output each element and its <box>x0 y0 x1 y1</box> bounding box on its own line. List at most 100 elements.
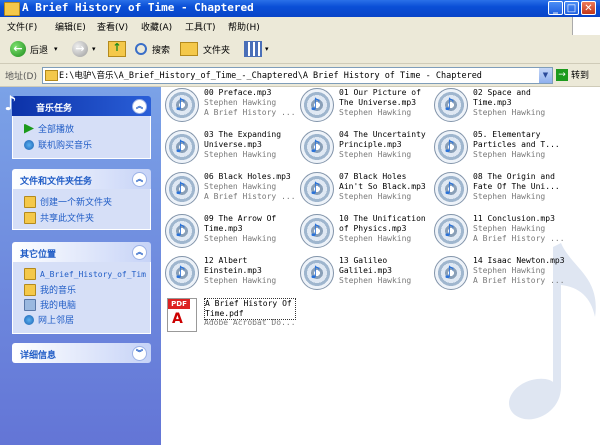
new-folder-icon <box>24 195 36 208</box>
menu-help[interactable]: 帮助(H) <box>228 20 260 33</box>
my-music-icon <box>24 283 36 296</box>
address-label: 地址(D) <box>5 72 37 82</box>
file-name: 04 The Uncertainty Principle.mp3 <box>339 130 426 149</box>
file-name: 11 Conclusion.mp3 <box>473 214 555 223</box>
buy-music-link[interactable]: 联机购买音乐 <box>24 138 92 151</box>
collapse-icon[interactable]: ︽ <box>132 99 147 114</box>
menu-edit[interactable]: 编辑(E) <box>55 20 86 33</box>
file-item[interactable]: ♪ 11 Conclusion.mp3 Stephen Hawking A Brief… <box>434 214 568 252</box>
search-button[interactable]: 搜索 <box>135 39 170 59</box>
music-note-icon: ♪ <box>4 91 17 115</box>
file-name: 14 Isaac Newton.mp3 <box>473 256 565 265</box>
play-all-link[interactable]: 全部播放 <box>24 122 74 135</box>
views-button[interactable]: ▾ <box>244 39 269 59</box>
file-item[interactable]: ♪ 13 Galileo Galilei.mp3 Stephen Hawking <box>300 256 434 294</box>
audio-file-icon: ♪ <box>165 88 199 122</box>
expand-icon[interactable]: ︾ <box>132 346 147 361</box>
go-button[interactable]: → 转到 <box>556 68 589 81</box>
audio-file-icon: ♪ <box>300 172 334 206</box>
audio-file-icon: ♪ <box>434 256 468 290</box>
file-album: A Brief History ... <box>473 276 565 285</box>
address-dropdown-icon[interactable]: ▼ <box>539 68 552 83</box>
parent-folder-link[interactable]: A_Brief_History_of_Tim <box>24 268 146 280</box>
file-item[interactable]: ♪ 06 Black Holes.mp3 Stephen Hawking A Brie… <box>165 172 299 210</box>
file-artist: Stephen Hawking <box>339 276 412 285</box>
share-folder-icon <box>24 211 36 224</box>
other-places-body: A_Brief_History_of_Tim 我的音乐 我的电脑 网上邻居 <box>12 262 151 334</box>
task-pane: ♪ 音乐任务 ︽ 全部播放 联机购买音乐 文件和文件夹任务 ︽ 创建一个新文件夹 <box>0 87 161 445</box>
new-folder-link[interactable]: 创建一个新文件夹 <box>24 195 112 208</box>
file-item[interactable]: ♪ 03 The Expanding Universe.mp3 Stephen Ha… <box>165 130 299 168</box>
file-name: 10 The Unification of Physics.mp3 <box>339 214 426 233</box>
maximize-button[interactable]: □ <box>564 1 579 15</box>
file-name: 07 Black Holes Ain't So Black.mp3 <box>339 172 426 191</box>
music-tasks-panel: ♪ 音乐任务 ︽ 全部播放 联机购买音乐 <box>4 91 151 159</box>
file-item[interactable]: ♪ 10 The Unification of Physics.mp3 Stephe… <box>300 214 434 252</box>
up-button[interactable]: ↑ <box>108 39 126 59</box>
file-item[interactable]: ♪ 00 Preface.mp3 Stephen Hawking A Brief Hi… <box>165 88 299 126</box>
collapse-icon[interactable]: ︽ <box>132 172 147 187</box>
file-name: 00 Preface.mp3 <box>204 88 272 97</box>
menu-tools[interactable]: 工具(T) <box>185 20 216 33</box>
file-item[interactable]: PDF A A Brief History Of Time.pdf Adobe Acr… <box>165 298 299 336</box>
file-artist: Stephen Hawking <box>473 108 546 117</box>
forward-dropdown-icon[interactable]: ▾ <box>92 45 96 53</box>
folder-icon <box>24 268 36 280</box>
my-music-link[interactable]: 我的音乐 <box>24 283 76 296</box>
file-name: 05. Elementary Particles and T... <box>473 130 560 149</box>
audio-file-icon: ♪ <box>165 256 199 290</box>
address-input[interactable]: E:\电驴\音乐\A_Brief_History_of_Time_-_Chapt… <box>42 67 553 84</box>
network-places-link[interactable]: 网上邻居 <box>24 313 74 326</box>
details-header[interactable]: 详细信息 ︾ <box>12 343 151 363</box>
file-item[interactable]: ♪ 02 Space and Time.mp3 Stephen Hawking <box>434 88 568 126</box>
file-item[interactable]: ♪ 07 Black Holes Ain't So Black.mp3 Stephe… <box>300 172 434 210</box>
menu-bar: 文件(F) 编辑(E) 查看(V) 收藏(A) 工具(T) 帮助(H) <box>0 17 600 36</box>
folder-icon <box>45 70 58 81</box>
file-item[interactable]: ♪ 12 Albert Einstein.mp3 Stephen Hawking <box>165 256 299 294</box>
folders-button[interactable]: 文件夹 <box>180 39 230 59</box>
back-label: 后退 <box>30 45 49 56</box>
file-item[interactable]: ♪ 09 The Arrow Of Time.mp3 Stephen Hawking <box>165 214 299 252</box>
share-folder-label: 共享此文件夹 <box>40 214 95 224</box>
file-name: 06 Black Holes.mp3 <box>204 172 291 181</box>
search-icon <box>135 43 147 55</box>
network-places-label: 网上邻居 <box>38 316 75 326</box>
menu-favorites[interactable]: 收藏(A) <box>141 20 172 33</box>
my-computer-link[interactable]: 我的电脑 <box>24 298 76 311</box>
buy-music-label: 联机购买音乐 <box>38 141 93 151</box>
file-item[interactable]: ♪ 08 The Origin and Fate Of The Uni... Ste… <box>434 172 568 210</box>
audio-file-icon: ♪ <box>434 130 468 164</box>
share-folder-link[interactable]: 共享此文件夹 <box>24 211 94 224</box>
file-item[interactable]: ♪ 01 Our Picture of The Universe.mp3 Steph… <box>300 88 434 126</box>
file-artist: Stephen Hawking <box>473 266 546 275</box>
computer-icon <box>24 298 36 311</box>
menu-view[interactable]: 查看(V) <box>97 20 128 33</box>
file-artist: Stephen Hawking <box>473 150 546 159</box>
search-label: 搜索 <box>152 45 171 56</box>
play-all-label: 全部播放 <box>38 125 75 135</box>
details-title: 详细信息 <box>20 351 57 361</box>
file-item[interactable]: ♪ 05. Elementary Particles and T... Stephe… <box>434 130 568 168</box>
music-tasks-header[interactable]: ♪ 音乐任务 ︽ <box>4 91 151 116</box>
file-item[interactable]: ♪ 04 The Uncertainty Principle.mp3 Stephen… <box>300 130 434 168</box>
audio-file-icon: ♪ <box>434 214 468 248</box>
file-tasks-body: 创建一个新文件夹 共享此文件夹 <box>12 189 151 230</box>
file-item[interactable]: ♪ 14 Isaac Newton.mp3 Stephen Hawking A Bri… <box>434 256 568 294</box>
pdf-file-icon: PDF A <box>167 298 197 332</box>
collapse-icon[interactable]: ︽ <box>132 245 147 260</box>
minimize-button[interactable]: _ <box>548 1 563 15</box>
file-artist: Stephen Hawking <box>204 98 277 107</box>
other-places-header[interactable]: 其它位置 ︽ <box>12 242 151 262</box>
file-tasks-header[interactable]: 文件和文件夹任务 ︽ <box>12 169 151 189</box>
file-album: A Brief History ... <box>204 192 296 201</box>
close-button[interactable]: ✕ <box>581 1 596 15</box>
address-bar: 地址(D) E:\电驴\音乐\A_Brief_History_of_Time_-… <box>0 64 600 87</box>
menu-file[interactable]: 文件(F) <box>7 20 37 33</box>
back-arrow-icon: ← <box>10 41 26 57</box>
forward-button[interactable]: → ▾ <box>72 39 96 59</box>
back-button[interactable]: ← 后退 ▾ <box>10 39 58 59</box>
folder-icon <box>4 2 20 16</box>
views-dropdown-icon: ▾ <box>265 45 269 53</box>
file-tasks-panel: 文件和文件夹任务 ︽ 创建一个新文件夹 共享此文件夹 <box>12 169 151 230</box>
back-dropdown-icon[interactable]: ▾ <box>54 45 58 53</box>
